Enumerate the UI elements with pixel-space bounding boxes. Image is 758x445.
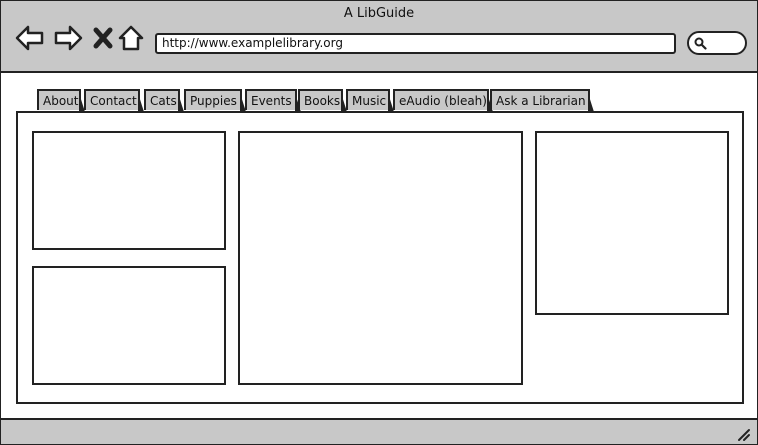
tab-contact[interactable]: Contact [84, 89, 144, 112]
tab-about[interactable]: About [37, 89, 85, 112]
address-bar[interactable]: http://www.examplelibrary.org [155, 33, 676, 54]
search-box[interactable] [687, 31, 747, 55]
back-arrow-icon[interactable] [15, 23, 45, 53]
tab-puppies[interactable]: Puppies [184, 89, 246, 112]
left-top-box [32, 131, 226, 250]
browser-chrome: A LibGuide http://www.examplelibrary.org [1, 1, 757, 73]
tab-music[interactable]: Music [346, 89, 394, 112]
search-icon [694, 37, 707, 50]
tab-books[interactable]: Books [298, 89, 347, 112]
resize-grip-icon[interactable] [737, 428, 751, 442]
tab-events[interactable]: Events [245, 89, 301, 112]
tab-eaudio[interactable]: eAudio (bleah) [393, 89, 493, 112]
close-x-icon[interactable] [89, 23, 119, 53]
tab-cats[interactable]: Cats [144, 89, 184, 112]
status-bar [1, 418, 757, 444]
center-box [238, 131, 523, 385]
content-area [16, 111, 744, 404]
left-bottom-box [32, 266, 226, 385]
forward-arrow-icon[interactable] [53, 23, 83, 53]
right-box [535, 131, 729, 315]
browser-window: A LibGuide http://www.examplelibrary.org… [0, 0, 758, 445]
window-title: A LibGuide [343, 6, 415, 21]
tab-ask-a-librarian[interactable]: Ask a Librarian [490, 89, 594, 112]
home-icon[interactable] [117, 23, 147, 53]
